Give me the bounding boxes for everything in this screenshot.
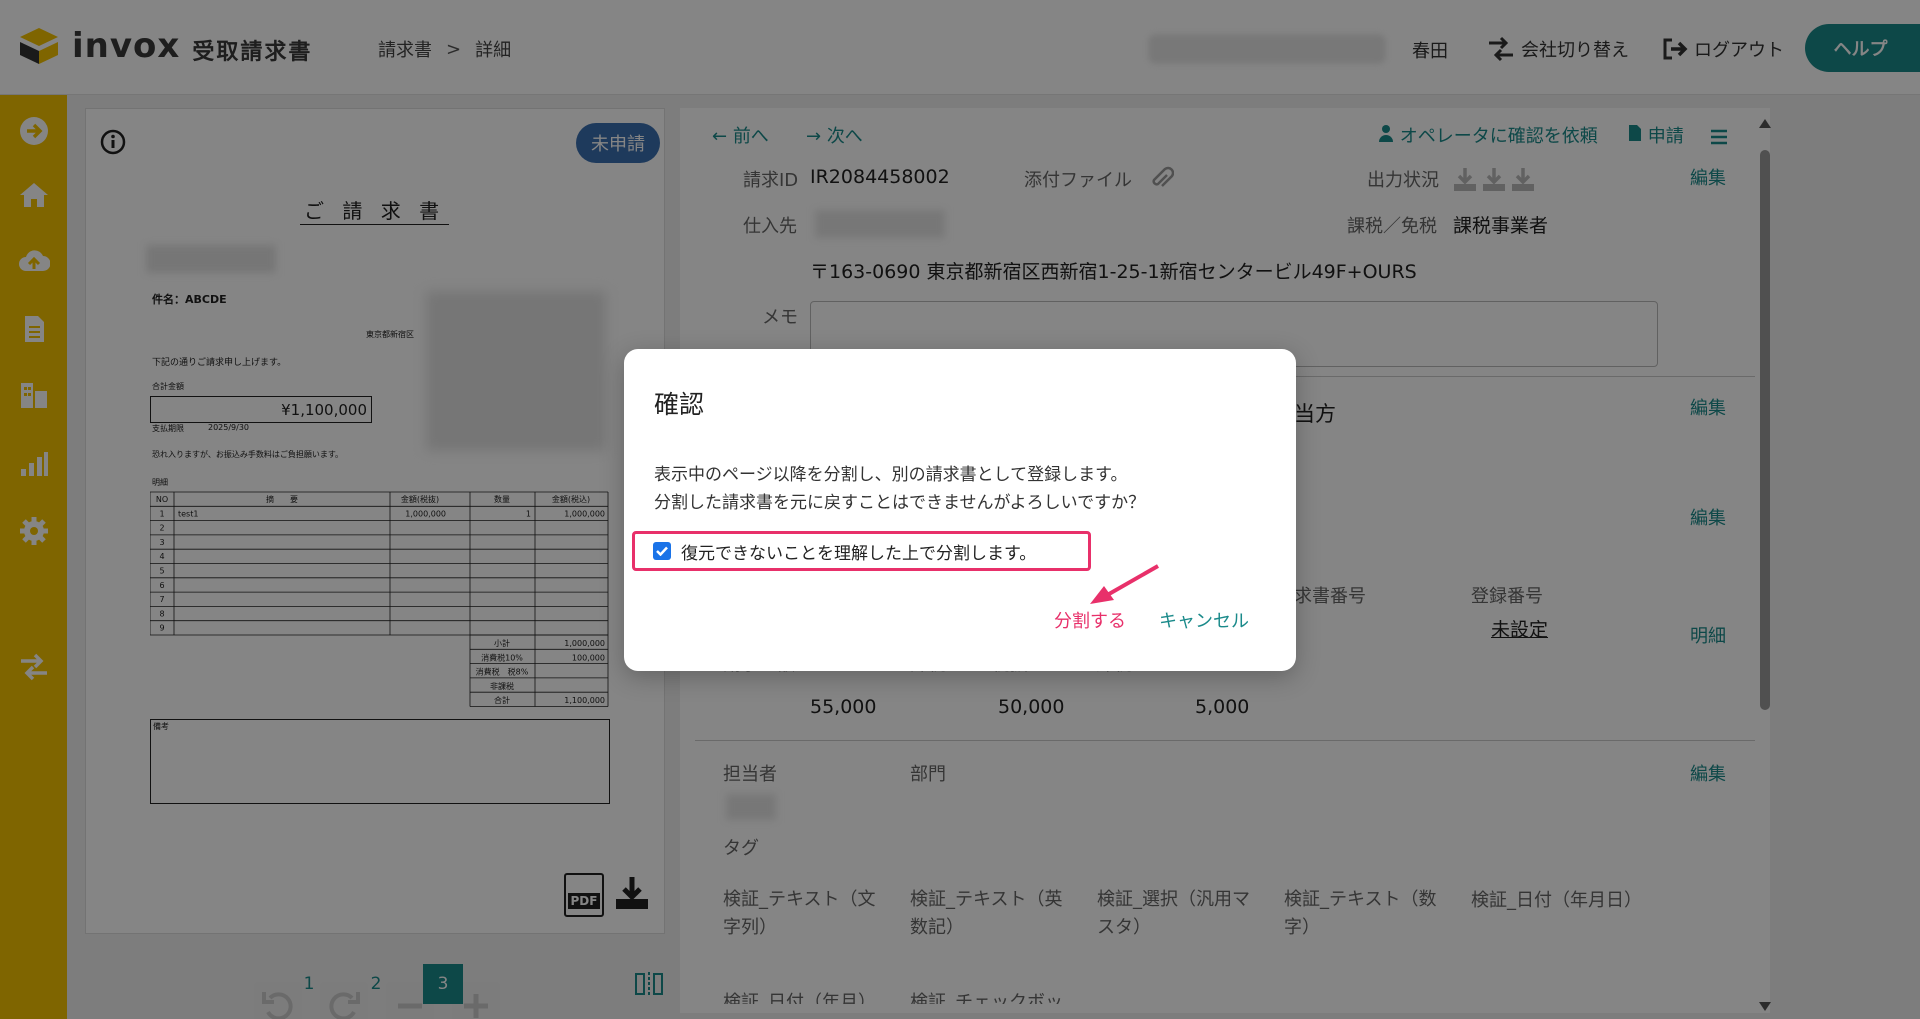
split-confirm-button[interactable]: 分割する: [1054, 607, 1126, 633]
understand-checkbox-label: 復元できないことを理解した上で分割します。: [681, 543, 1037, 564]
understand-checkbox-row[interactable]: 復元できないことを理解した上で分割します。: [632, 531, 1091, 571]
understand-checkbox[interactable]: [653, 542, 671, 560]
dialog-title: 確認: [654, 390, 705, 419]
annotation-arrow-icon: [1090, 564, 1159, 604]
dialog-message-line-2: 分割した請求書を元に戻すことはできませんがよろしいですか？: [654, 493, 1146, 513]
check-icon: [656, 546, 668, 556]
confirm-dialog: 確認 表示中のページ以降を分割し、別の請求書として登録します。 分割した請求書を…: [624, 349, 1296, 671]
dialog-message-line-1: 表示中のページ以降を分割し、別の請求書として登録します。: [654, 465, 1128, 485]
cancel-button[interactable]: キャンセル: [1159, 607, 1249, 633]
dialog-message: 表示中のページ以降を分割し、別の請求書として登録します。 分割した請求書を元に戻…: [654, 461, 1145, 517]
